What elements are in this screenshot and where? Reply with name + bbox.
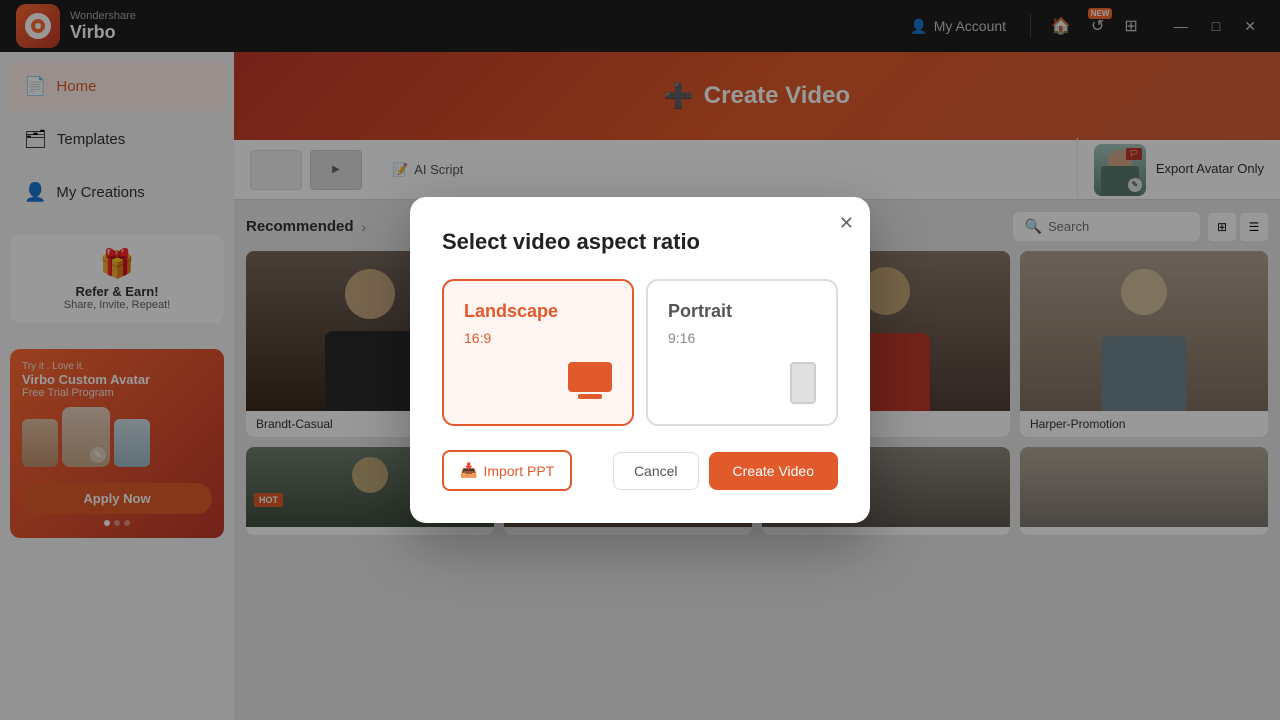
create-video-button[interactable]: Create Video	[709, 452, 838, 490]
modal-title: Select video aspect ratio	[442, 229, 838, 255]
import-ppt-label: Import PPT	[483, 463, 554, 479]
landscape-option[interactable]: Landscape 16:9	[442, 279, 634, 426]
import-ppt-button[interactable]: 📥 Import PPT	[442, 450, 572, 491]
ratio-options: Landscape 16:9 Portrait 9:16	[442, 279, 838, 426]
portrait-sub: 9:16	[668, 330, 816, 346]
portrait-option[interactable]: Portrait 9:16	[646, 279, 838, 426]
cancel-button[interactable]: Cancel	[613, 452, 699, 490]
modal-close-button[interactable]: ✕	[839, 213, 854, 234]
import-ppt-icon: 📥	[460, 462, 477, 479]
landscape-label: Landscape	[464, 301, 612, 322]
modal-actions: 📥 Import PPT Cancel Create Video	[442, 450, 838, 491]
portrait-icon	[790, 362, 816, 404]
aspect-ratio-modal: ✕ Select video aspect ratio Landscape 16…	[410, 197, 870, 523]
landscape-stand-icon	[578, 394, 602, 399]
portrait-label: Portrait	[668, 301, 816, 322]
modal-actions-right: Cancel Create Video	[613, 452, 838, 490]
portrait-icon-wrap	[668, 362, 816, 404]
modal-backdrop: ✕ Select video aspect ratio Landscape 16…	[0, 0, 1280, 720]
landscape-icon-wrap	[464, 362, 612, 392]
landscape-sub: 16:9	[464, 330, 612, 346]
landscape-icon	[568, 362, 612, 392]
